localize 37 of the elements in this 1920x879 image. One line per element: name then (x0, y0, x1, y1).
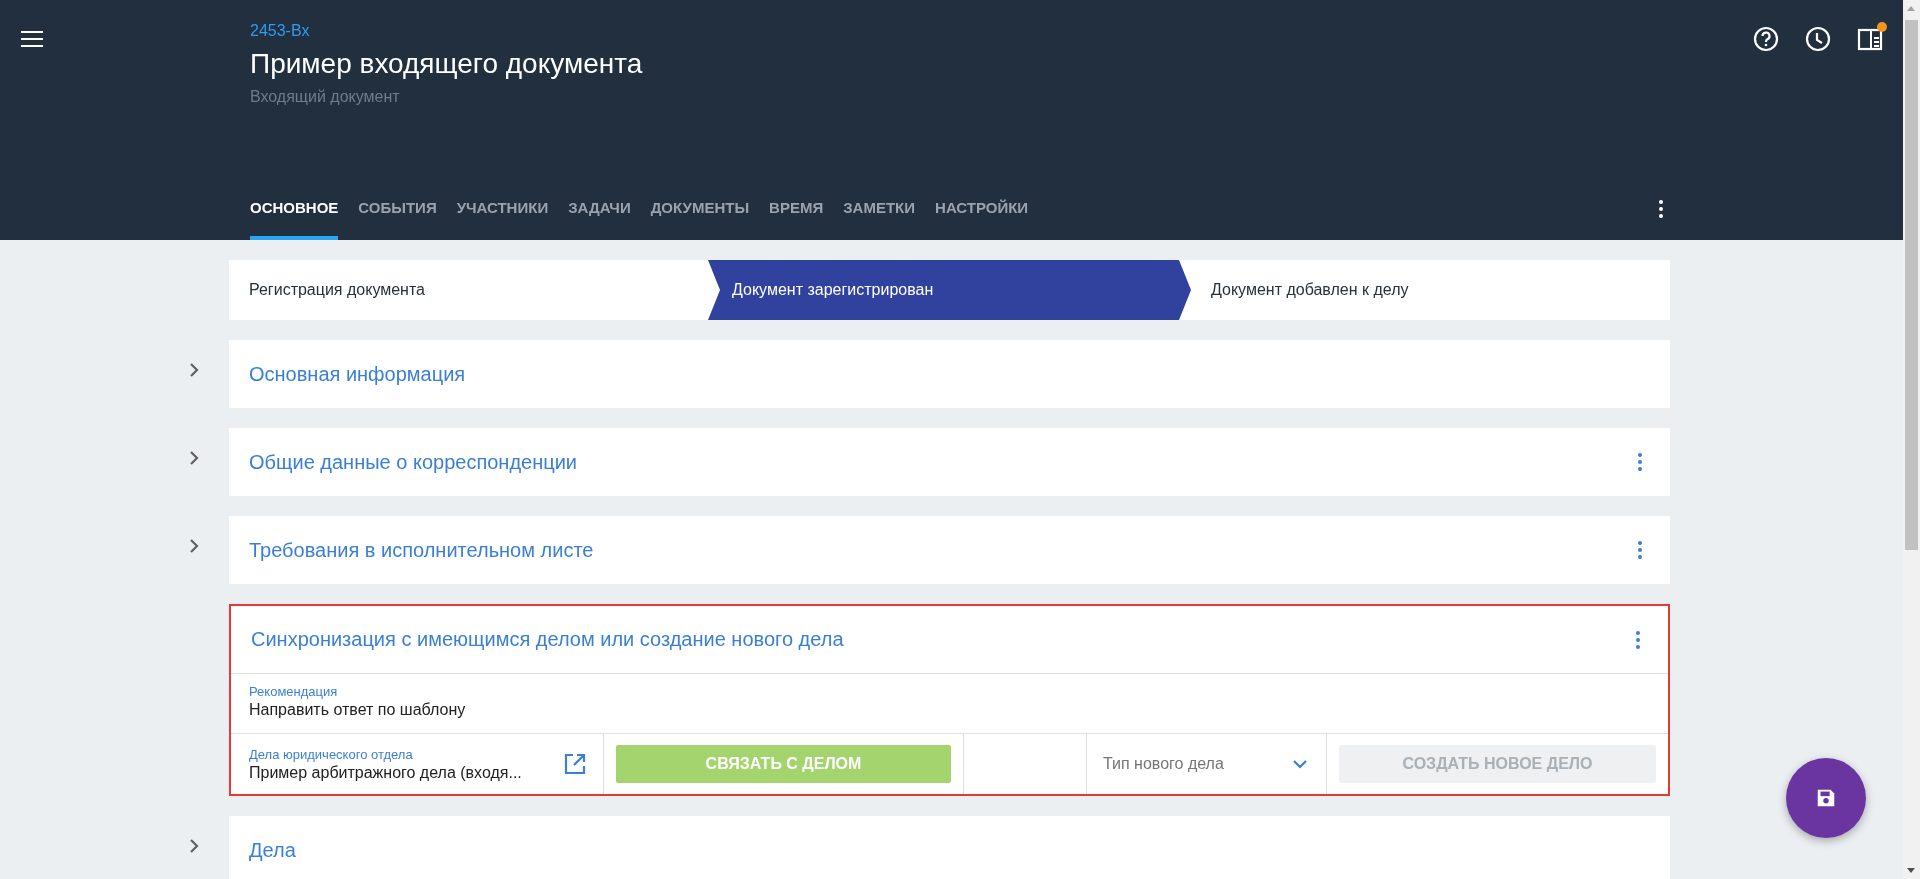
tab[interactable]: УЧАСТНИКИ (456, 199, 549, 240)
field-value: Пример арбитражного дела (входя... (249, 763, 523, 782)
tab[interactable]: НАСТРОЙКИ (935, 199, 1029, 240)
expand-button[interactable] (189, 538, 199, 554)
tab[interactable]: ВРЕМЯ (769, 199, 824, 240)
more-icon (1636, 630, 1640, 649)
field-label: Рекомендация (249, 684, 339, 699)
document-title: Пример входящего документа (250, 48, 644, 80)
tab[interactable]: ЗАДАЧИ (568, 199, 631, 240)
open-external-icon[interactable] (563, 752, 587, 776)
document-number: 2453-Вх (250, 22, 310, 40)
chevron-down-icon (1292, 759, 1308, 769)
more-icon (1638, 541, 1642, 559)
field-value: Направить ответ по шаблону (249, 701, 467, 719)
more-icon (1638, 453, 1642, 471)
scrollbar[interactable] (1903, 0, 1920, 879)
section-title[interactable]: Требования в исполнительном листе (249, 538, 1630, 562)
more-icon (1659, 200, 1663, 218)
case-type-select[interactable]: Тип нового дела (1099, 735, 1314, 793)
section-title[interactable]: Дела (249, 838, 1650, 862)
expand-button[interactable] (189, 362, 199, 378)
help-button[interactable] (1753, 26, 1779, 52)
document-type: Входящий документ (250, 88, 401, 106)
tab[interactable]: СОБЫТИЯ (358, 199, 437, 240)
section-title[interactable]: Основная информация (249, 362, 1650, 386)
tab[interactable]: ДОКУМЕНТЫ (650, 199, 750, 240)
save-button[interactable] (1786, 758, 1866, 838)
tab[interactable]: ОСНОВНОЕ (250, 199, 339, 240)
stepper-step: Документ зарегистрирован (708, 260, 1191, 320)
menu-button[interactable] (20, 30, 44, 50)
section-title[interactable]: Общие данные о корреспонденции (249, 450, 1630, 474)
field-label: Дела юридического отдела (249, 746, 414, 762)
tab[interactable]: ЗАМЕТКИ (843, 199, 916, 240)
section-title[interactable]: Синхронизация с имеющимся делом или создание нового дела (251, 628, 1628, 651)
expand-button[interactable] (189, 838, 199, 854)
history-button[interactable] (1805, 26, 1831, 52)
expand-button[interactable] (189, 450, 199, 466)
